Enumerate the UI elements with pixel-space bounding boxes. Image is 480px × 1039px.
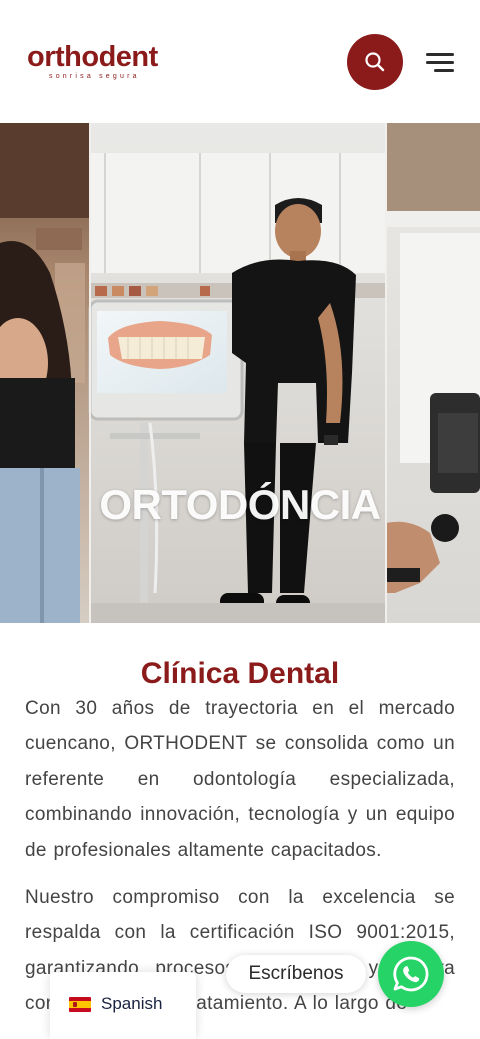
section-title: Clínica Dental [140, 657, 340, 690]
hamburger-menu-icon [426, 53, 454, 56]
hero-title: ORTODÓNCIA [99, 481, 381, 528]
search-icon [365, 52, 385, 72]
page: orthodent sonrisa segura ORTODÓNCIA Clín… [0, 0, 480, 1039]
intro-paragraph: Con 30 años de trayectoria en el mercado… [25, 698, 455, 861]
search-button[interactable] [347, 34, 403, 90]
language-label: Spanish [101, 994, 163, 1013]
menu-button[interactable] [426, 50, 456, 74]
hero-photo-collage [0, 123, 480, 623]
chat-prompt-button[interactable]: Escríbenos [226, 955, 366, 993]
site-header: orthodent sonrisa segura [0, 0, 480, 123]
menu-line [434, 69, 454, 72]
language-switcher[interactable]: Spanish [50, 972, 196, 1039]
logo-text: orthodent [27, 41, 158, 73]
logo[interactable]: orthodent sonrisa segura [27, 40, 207, 86]
whatsapp-icon [393, 956, 429, 992]
spain-flag-icon [69, 997, 91, 1012]
menu-line [426, 61, 454, 64]
hero-banner[interactable]: ORTODÓNCIA [0, 123, 480, 623]
whatsapp-button[interactable] [378, 941, 444, 1007]
logo-tagline: sonrisa segura [49, 73, 140, 80]
